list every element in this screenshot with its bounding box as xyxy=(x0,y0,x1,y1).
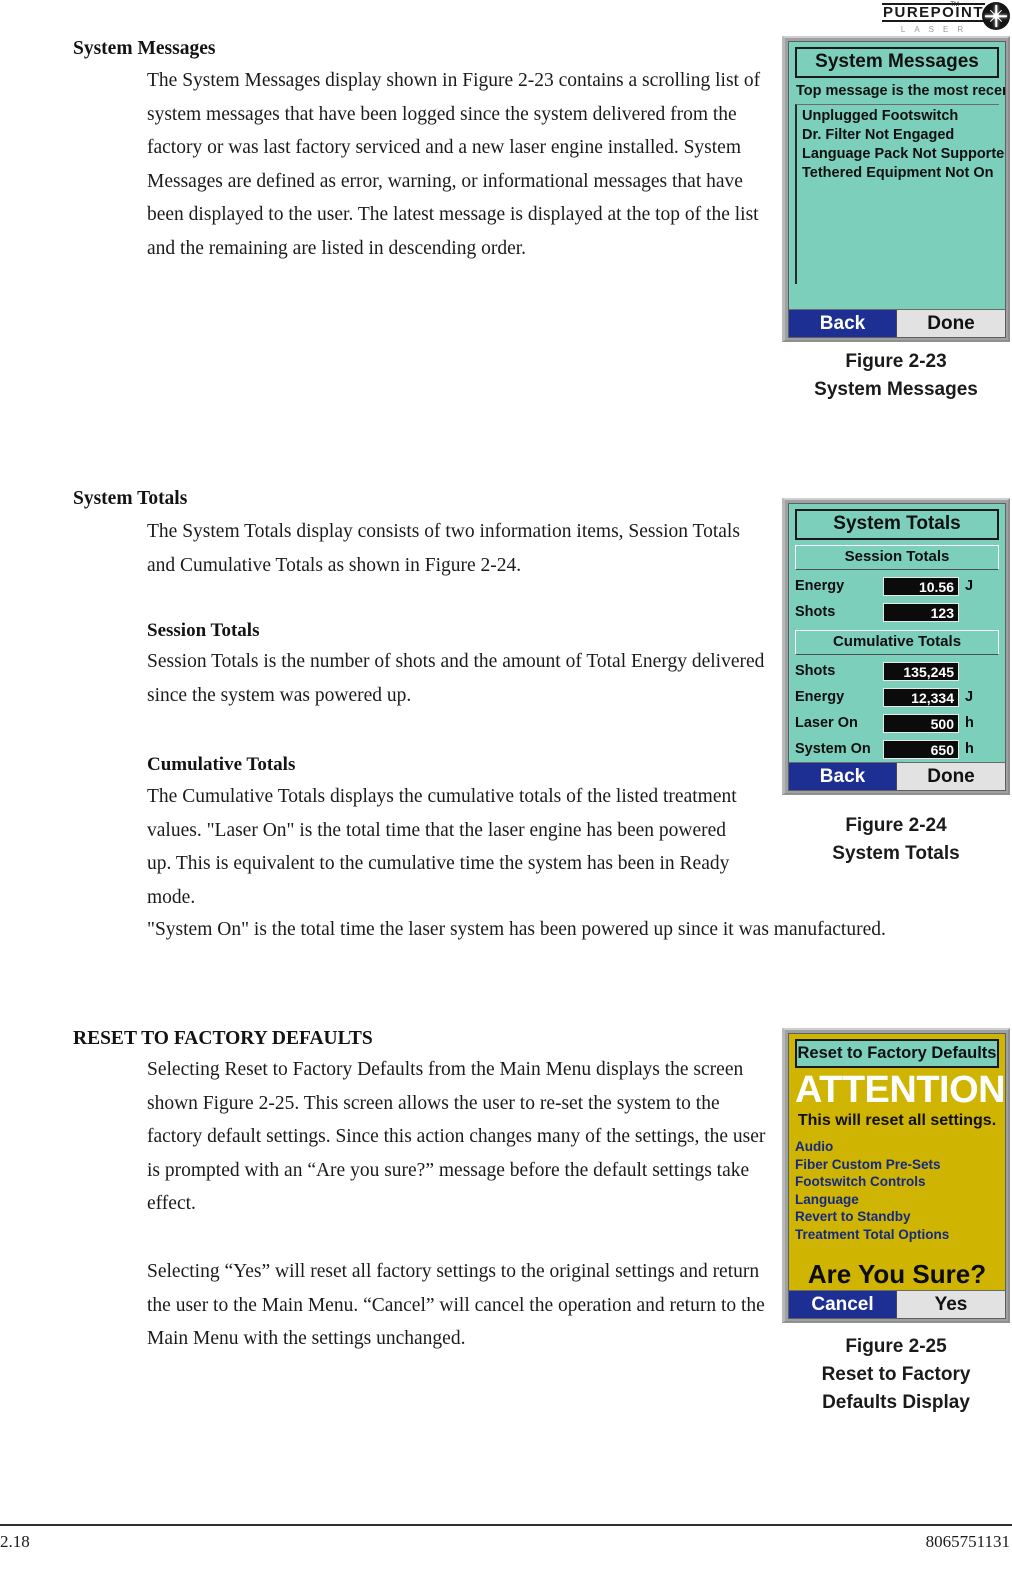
row-label: Laser On xyxy=(795,715,858,731)
figure-caption-line-2: Reset to Factory xyxy=(821,1364,971,1385)
figure-caption-line-2: System Totals xyxy=(832,843,960,864)
lcd-body-reset-defaults: Reset to Factory Defaults ATTENTION This… xyxy=(789,1034,1005,1290)
paragraph-system-totals-intro: The System Totals display consists of tw… xyxy=(147,521,740,576)
figure-system-messages-screen: System Messages Top message is the most … xyxy=(782,36,1010,342)
footer-document-number: 8065751131 xyxy=(925,1532,1010,1551)
row-value: 12,334 xyxy=(883,687,959,707)
back-button[interactable]: Back xyxy=(789,763,897,790)
list-item[interactable]: Dr. Filter Not Engaged xyxy=(802,126,999,145)
heading-system-messages: System Messages xyxy=(73,38,216,59)
screen-title-system-totals: System Totals xyxy=(795,509,999,540)
screen-title-system-messages: System Messages xyxy=(795,47,999,78)
row-value: 123 xyxy=(883,602,959,622)
row-label: Shots xyxy=(795,663,836,679)
page-footer: 2.18 8065751131 xyxy=(0,1524,1012,1551)
cancel-button[interactable]: Cancel xyxy=(789,1291,897,1318)
list-item: Fiber Custom Pre-Sets xyxy=(795,1156,941,1172)
figure-caption-line-1: Figure 2-23 xyxy=(845,351,947,372)
figure-caption-line-2: System Messages xyxy=(814,379,978,400)
row-label: Energy xyxy=(795,578,845,594)
lcd-button-bar-system-totals: Back Done xyxy=(789,762,1005,790)
heading-reset-to-factory-defaults: RESET TO FACTORY DEFAULTS xyxy=(73,1028,373,1049)
cumulative-totals-band: Cumulative Totals xyxy=(795,630,999,655)
row-label: System On xyxy=(795,741,871,757)
table-row: Energy 12,334 J xyxy=(795,684,999,710)
lcd-button-bar-system-messages: Back Done xyxy=(789,309,1005,337)
logo-brand-secondary: LASER xyxy=(900,25,973,34)
table-row: Shots 135,245 xyxy=(795,658,999,684)
paragraph-session-totals: Session Totals is the number of shots an… xyxy=(147,651,765,706)
laser-burst-icon xyxy=(982,2,1010,30)
done-button[interactable]: Done xyxy=(897,310,1005,337)
subheading-cumulative-totals-label: Cumulative Totals xyxy=(147,754,296,775)
subheading-session-totals: Session Totals xyxy=(147,614,772,648)
footer-divider xyxy=(0,1524,1012,1526)
list-item[interactable]: Tethered Equipment Not On xyxy=(802,164,999,183)
session-totals-rows: Energy 10.56 J Shots 123 xyxy=(795,570,999,625)
lcd-body-system-messages: System Messages Top message is the most … xyxy=(789,42,1005,309)
figure-caption-line-1: Figure 2-25 xyxy=(845,1336,947,1357)
row-unit: J xyxy=(965,689,974,705)
paragraph-system-messages: The System Messages display shown in Fig… xyxy=(147,70,761,259)
row-value: 10.56 xyxy=(883,576,959,596)
subheading-session-totals-label: Session Totals xyxy=(147,620,260,641)
logo-trademark-mark: TM xyxy=(950,2,959,8)
done-button[interactable]: Done xyxy=(897,763,1005,790)
list-item: Footswitch Controls xyxy=(795,1174,926,1189)
list-item: Audio xyxy=(795,1139,834,1154)
table-row: Laser On 500 h xyxy=(795,710,999,736)
row-value: 135,245 xyxy=(883,661,959,681)
figure-caption-2-24: Figure 2-24 System Totals xyxy=(780,812,1012,868)
attention-banner: ATTENTION xyxy=(795,1069,1005,1111)
figure-caption-line-1: Figure 2-24 xyxy=(845,815,947,836)
lcd-body-system-totals: System Totals Session Totals Energy 10.5… xyxy=(789,504,1005,762)
footer-page-number: 2.18 xyxy=(0,1532,30,1551)
list-item: Language xyxy=(795,1191,859,1207)
row-unit: h xyxy=(965,715,974,731)
lcd-screen-system-messages: System Messages Top message is the most … xyxy=(788,41,1006,338)
reset-affected-settings-list: Audio Fiber Custom Pre-Sets Footswitch C… xyxy=(795,1138,999,1243)
paragraph-reset-defaults-2: Selecting “Yes” will reset all factory s… xyxy=(147,1261,765,1349)
row-value: 500 xyxy=(883,713,959,733)
figure-reset-defaults-screen: Reset to Factory Defaults ATTENTION This… xyxy=(782,1028,1010,1323)
list-item: Revert to Standby xyxy=(795,1209,911,1224)
reset-warning-text: This will reset all settings. xyxy=(797,1112,997,1129)
logo-wordmark: PUREPOINT TM LASER xyxy=(881,2,985,34)
paragraph-reset-defaults-1: Selecting Reset to Factory Defaults from… xyxy=(147,1059,766,1214)
burst-core xyxy=(993,13,999,19)
paragraph-cumulative-totals-b: "System On" is the total time the laser … xyxy=(147,919,886,940)
screen-subtitle-most-recent: Top message is the most recent xyxy=(796,83,1005,99)
paragraph-cumulative-totals-a: The Cumulative Totals displays the cumul… xyxy=(147,786,737,908)
row-value: 650 xyxy=(883,739,959,759)
row-label: Shots xyxy=(795,604,836,620)
list-item[interactable]: Unplugged Footswitch xyxy=(802,107,999,126)
confirm-prompt: Are You Sure? xyxy=(807,1259,987,1289)
purepoint-laser-logo: PUREPOINT TM LASER xyxy=(881,2,1010,34)
figure-caption-2-23: Figure 2-23 System Messages xyxy=(780,348,1012,404)
figure-caption-line-3: Defaults Display xyxy=(822,1392,970,1413)
row-label: Energy xyxy=(795,689,845,705)
logo-brand-primary: PUREPOINT xyxy=(881,3,985,22)
lcd-screen-system-totals: System Totals Session Totals Energy 10.5… xyxy=(788,503,1006,791)
table-row: System On 650 h xyxy=(795,736,999,762)
row-unit: h xyxy=(965,741,974,757)
table-row: Energy 10.56 J xyxy=(795,573,999,599)
heading-system-totals: System Totals xyxy=(73,488,188,509)
table-row: Shots 123 xyxy=(795,599,999,625)
yes-button[interactable]: Yes xyxy=(897,1291,1005,1318)
figure-caption-2-25: Figure 2-25 Reset to Factory Defaults Di… xyxy=(780,1333,1012,1417)
row-unit: J xyxy=(965,578,974,594)
list-item[interactable]: Language Pack Not Supported xyxy=(802,145,1005,164)
lcd-button-bar-reset-defaults: Cancel Yes xyxy=(789,1290,1005,1318)
back-button[interactable]: Back xyxy=(789,310,897,337)
system-messages-list[interactable]: Unplugged Footswitch Dr. Filter Not Enga… xyxy=(795,104,1005,284)
page-header: PUREPOINT TM LASER xyxy=(0,0,1012,34)
figure-system-totals-screen: System Totals Session Totals Energy 10.5… xyxy=(782,498,1010,795)
session-totals-band: Session Totals xyxy=(795,545,999,570)
subheading-cumulative-totals: Cumulative Totals xyxy=(147,748,772,782)
cumulative-totals-rows: Shots 135,245 Energy 12,334 J Laser On 5… xyxy=(795,655,999,762)
lcd-screen-reset-defaults: Reset to Factory Defaults ATTENTION This… xyxy=(788,1033,1006,1319)
screen-title-reset-defaults: Reset to Factory Defaults xyxy=(795,1039,999,1068)
list-item: Treatment Total Options xyxy=(795,1226,950,1242)
